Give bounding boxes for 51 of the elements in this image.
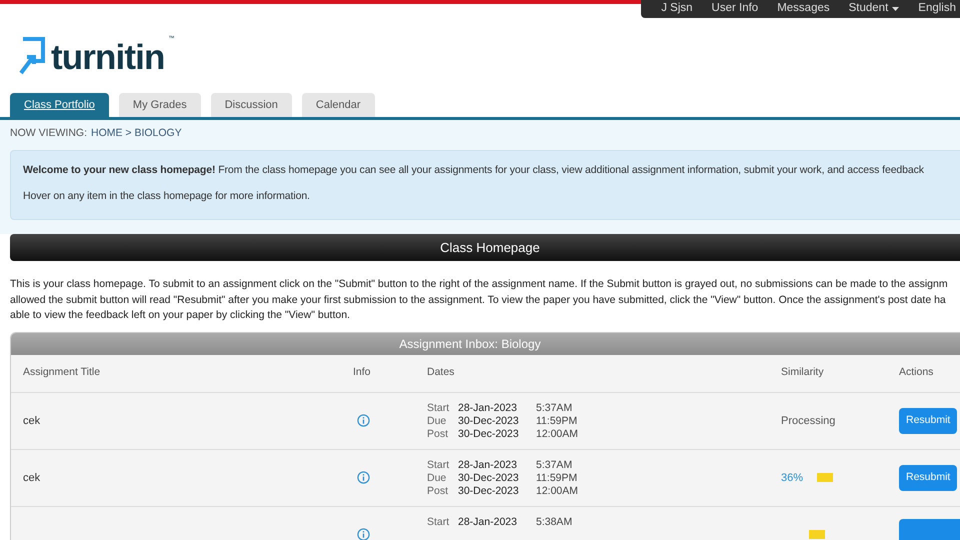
info-icon[interactable] <box>357 414 370 428</box>
date-label: Due <box>427 472 448 485</box>
date-value: 30-Dec-2023 <box>458 472 520 485</box>
time-value: 5:38AM <box>536 516 572 529</box>
tab[interactable]: My Grades <box>118 93 201 117</box>
assignment-title[interactable]: cek <box>23 414 40 426</box>
column-header: Info <box>353 365 372 380</box>
tab[interactable]: Class Portfolio <box>10 93 109 117</box>
nav-link[interactable]: Messages <box>777 0 830 18</box>
caret-icon <box>892 7 900 11</box>
date-value: 28-Jan-2023 <box>458 458 518 472</box>
column-header: Actions <box>899 365 934 380</box>
inbox-title: Assignment Inbox: Biology <box>11 332 960 355</box>
section-header: Class Homepage <box>10 234 960 262</box>
date-label: Post <box>427 484 450 498</box>
nav-link[interactable]: English <box>918 0 956 18</box>
time-value: 12:00AM <box>536 484 578 498</box>
date-label: Post <box>427 428 450 441</box>
nav-link[interactable]: J Sjsn <box>661 0 693 18</box>
breadcrumb-label: NOW VIEWING: <box>10 126 87 141</box>
date-value: 28-Jan-2023 <box>458 402 518 415</box>
date-value: 30-Dec-2023 <box>458 484 520 498</box>
date-label: Start <box>427 516 450 529</box>
date-label: Due <box>427 414 448 428</box>
info-icon[interactable] <box>357 528 370 540</box>
assignment-title[interactable]: cek <box>23 472 40 484</box>
column-header: Assignment Title <box>23 365 102 380</box>
time-value: 11:59PM <box>536 472 578 485</box>
column-header: Similarity <box>781 365 825 380</box>
info-icon[interactable] <box>357 471 370 484</box>
similarity-status: Processing <box>781 414 836 428</box>
time-value: 5:37AM <box>536 458 572 472</box>
breadcrumb-path[interactable]: HOME > BIOLOGY <box>91 126 182 142</box>
intro-text: This is your class homepage. To submit to an assignment click on the "Submit" button to the right of the assignment name. If the Submit button is grayed out, no submissions can be made to the assignm allowed the submit button will read "Resubmit" after you make your first submission to the assignment. To view the paper you have submitted, click the "View" button. Once the assignment's post date ha able to view the feedback left on your paper by clicking the "View" button. <box>9 277 949 324</box>
tab[interactable]: Discussion <box>210 93 292 117</box>
date-value: 30-Dec-2023 <box>458 414 520 428</box>
time-value: 5:37AM <box>536 402 572 415</box>
date-label: Start <box>427 402 450 415</box>
resubmit-button[interactable]: Resubmit <box>899 408 958 434</box>
nav-link[interactable]: Student <box>848 0 900 18</box>
tab[interactable]: Calendar <box>302 93 375 117</box>
resubmit-button[interactable]: Resubmit <box>899 464 958 491</box>
date-value: 28-Jan-2023 <box>458 516 518 529</box>
welcome-text: Welcome to your new class homepage! From the class homepage you can see all your assignments for your class, view additional assignment information, submit your work, and access feedback <box>23 162 925 178</box>
time-value: 12:00AM <box>536 428 578 441</box>
nav-link[interactable]: User Info <box>712 0 758 18</box>
date-value: 30-Dec-2023 <box>458 428 520 441</box>
date-label: Start <box>427 458 450 472</box>
hover-hint: Hover on any item in the class homepage for more information. <box>23 188 311 204</box>
column-header: Dates <box>427 365 456 380</box>
time-value: 11:59PM <box>536 414 578 428</box>
